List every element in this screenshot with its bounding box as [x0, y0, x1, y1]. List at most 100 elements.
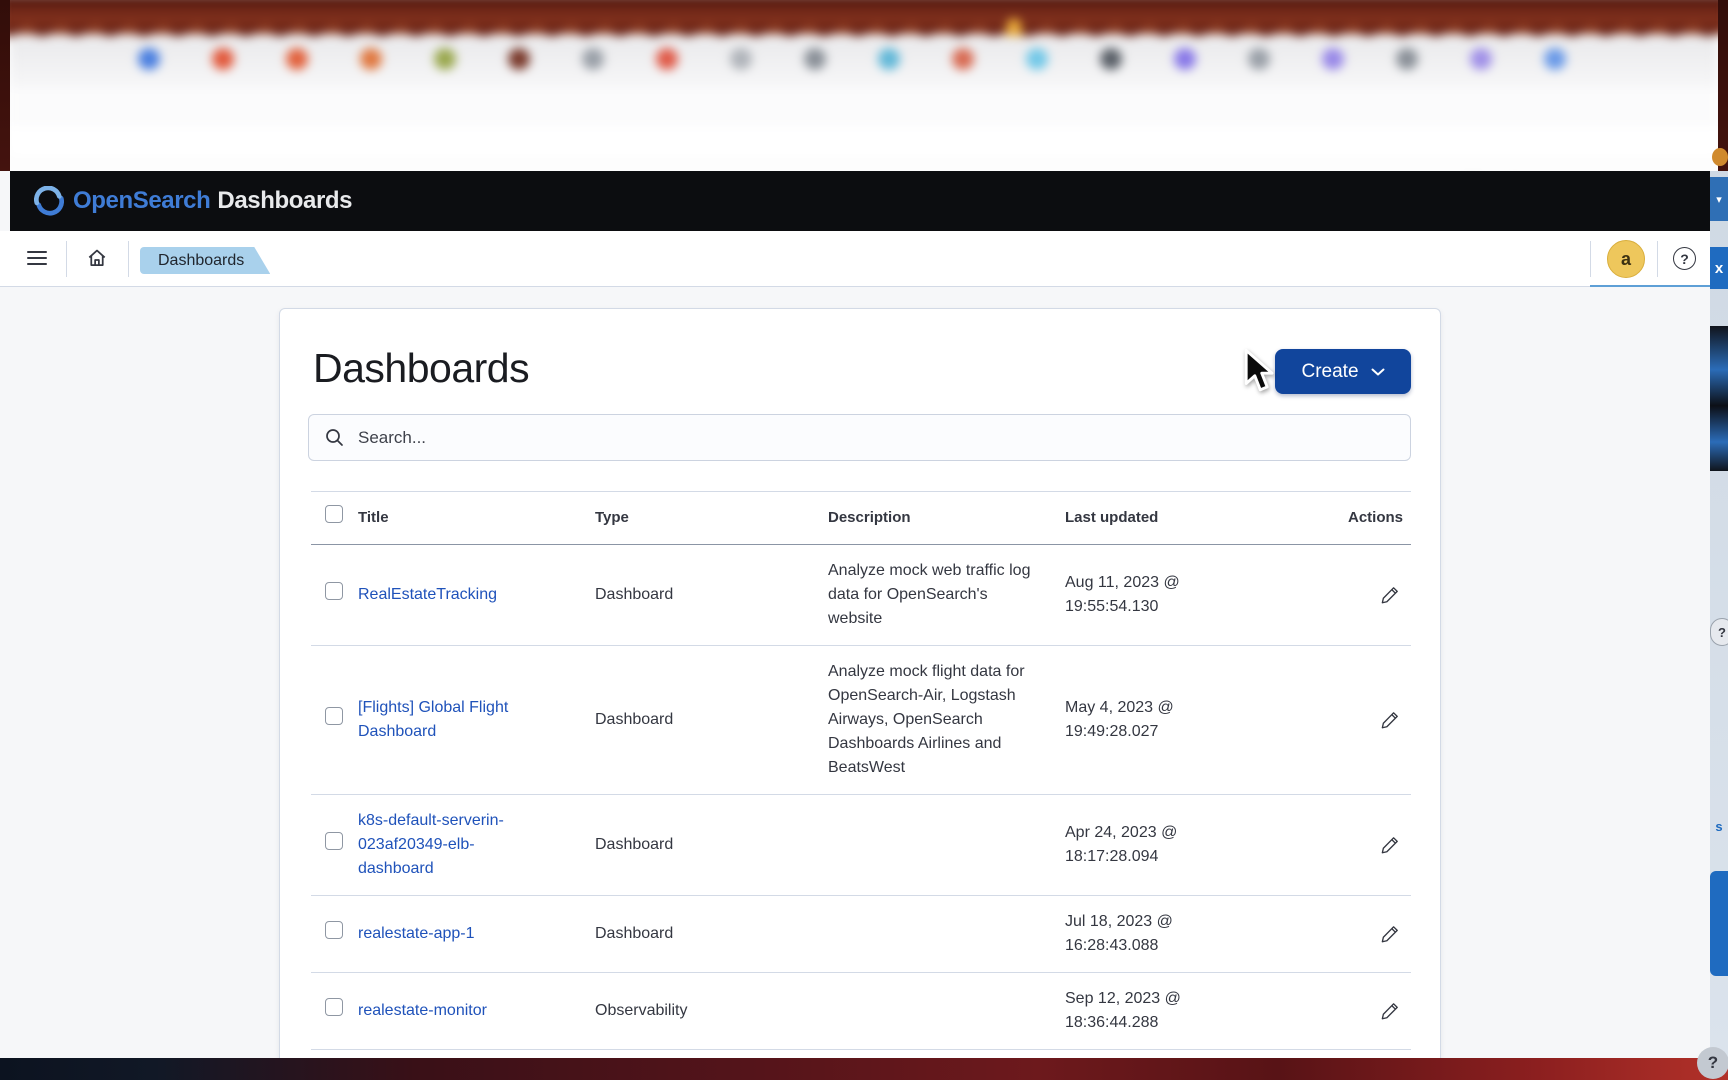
tab-favicon-dot [656, 48, 678, 70]
edit-button[interactable] [1377, 707, 1403, 733]
tab-favicon-dot [952, 48, 974, 70]
row-description [828, 831, 1065, 859]
row-title-cell: realestate-app-1 [358, 908, 595, 960]
row-checkbox[interactable] [325, 707, 343, 725]
home-icon [86, 247, 108, 269]
pencil-icon [1381, 1002, 1399, 1020]
tab-favicon-dot [1248, 48, 1270, 70]
row-checkbox-cell [311, 832, 358, 858]
col-type[interactable]: Type [595, 493, 828, 543]
edit-button[interactable] [1377, 998, 1403, 1024]
app-header: OpenSearch Dashboards [10, 171, 1710, 231]
table-row: [Flights] Global Flight Dashboard Dashbo… [311, 646, 1411, 795]
row-title-cell: k8s-default-serverin-023af20349-elb-dash… [358, 795, 595, 895]
row-type: Dashboard [595, 586, 674, 603]
pencil-icon [1381, 711, 1399, 729]
search-icon [325, 428, 344, 447]
row-title-cell: realestate-monitor [358, 985, 595, 1037]
table-row: k8s-default-serverin-023af20349-elb-dash… [311, 795, 1411, 896]
left-window-edge [0, 0, 10, 171]
nav-separator [128, 241, 129, 277]
corner-help-bubble[interactable]: ? [1697, 1047, 1728, 1079]
row-type: Dashboard [595, 711, 674, 728]
menu-button[interactable] [24, 245, 50, 271]
home-button[interactable] [84, 245, 110, 271]
browser-chrome [0, 0, 1728, 171]
dashboard-link[interactable]: RealEstateTracking [358, 586, 497, 603]
row-last-updated: Jul 18, 2023 @ 16:28:43.088 [1065, 1050, 1327, 1058]
brand-text: OpenSearch Dashboards [73, 187, 353, 215]
select-all-checkbox[interactable] [325, 505, 343, 523]
tab-favicon-dot [1026, 48, 1048, 70]
tab-favicon-dot [360, 48, 382, 70]
row-last-updated: Sep 12, 2023 @ 18:36:44.288 [1065, 990, 1181, 1031]
create-button[interactable]: Create [1275, 349, 1411, 394]
dashboard-link[interactable]: k8s-default-serverin-023af20349-elb-dash… [358, 812, 504, 877]
avatar[interactable]: a [1607, 240, 1645, 278]
chevron-down-icon [1371, 368, 1385, 376]
question-icon: ? [1718, 624, 1726, 640]
row-actions-cell [1377, 921, 1411, 947]
row-actions-cell [1377, 707, 1411, 733]
tab-favicon-dot [1544, 48, 1566, 70]
nav-separator [66, 241, 67, 277]
row-checkbox[interactable] [325, 832, 343, 850]
pencil-icon [1381, 586, 1399, 604]
dashboard-link[interactable]: realestate-monitor [358, 1002, 487, 1019]
browser-chrome-blur-layer [0, 0, 1728, 171]
dashboards-panel: Dashboards Create Title Type Description… [279, 308, 1441, 1058]
row-type: Observability [595, 1002, 688, 1019]
tab-favicon-dot [1470, 48, 1492, 70]
strip-caret-button[interactable]: ▾ [1710, 177, 1728, 221]
help-button[interactable]: ? [1673, 247, 1696, 270]
table-header-row: Title Type Description Last updated Acti… [311, 491, 1411, 545]
browser-tabs-row [10, 36, 1718, 88]
opensearch-logo-icon [34, 186, 64, 216]
row-description: Analyze mock flight data for OpenSearch-… [828, 663, 1025, 776]
tab-favicon-dot [138, 48, 160, 70]
row-checkbox-cell [311, 998, 358, 1024]
nav-separator [1657, 241, 1658, 277]
breadcrumb-label: Dashboards [158, 251, 245, 269]
browser-side-strip: ▾ x ? s [1710, 171, 1728, 1058]
col-description: Description [828, 509, 911, 526]
row-checkbox[interactable] [325, 998, 343, 1016]
row-checkbox[interactable] [325, 921, 343, 939]
navbar: Dashboards a ? [0, 231, 1710, 287]
edit-button[interactable] [1377, 832, 1403, 858]
row-checkbox-cell [311, 707, 358, 733]
edit-button[interactable] [1377, 921, 1403, 947]
col-title[interactable]: Title [358, 493, 595, 543]
dashboard-link[interactable]: realestate-app-1 [358, 925, 475, 942]
search-input[interactable] [356, 426, 1410, 449]
tab-favicon-dot [878, 48, 900, 70]
help-icon: ? [1680, 250, 1689, 267]
table-row: realestate-app-1 Dashboard Jul 18, 2023 … [311, 896, 1411, 973]
row-type: Dashboard [595, 836, 674, 853]
dashboard-link[interactable]: [Flights] Global Flight Dashboard [358, 699, 508, 740]
breadcrumb[interactable]: Dashboards [140, 247, 270, 274]
brand-dashboards: Dashboards [217, 187, 353, 214]
edit-button[interactable] [1377, 582, 1403, 608]
row-checkbox-cell [311, 921, 358, 947]
table-row: RealEstateTracking Dashboard Analyze moc… [311, 545, 1411, 646]
caret-down-icon: ▾ [1716, 193, 1722, 206]
row-actions-cell [1377, 998, 1411, 1024]
strip-close-button[interactable]: x [1710, 247, 1728, 289]
tab-favicon-dot [1396, 48, 1418, 70]
row-checkbox[interactable] [325, 582, 343, 600]
avatar-initial: a [1620, 248, 1631, 269]
tab-favicon-dot [582, 48, 604, 70]
col-actions: Actions [1347, 509, 1403, 526]
strip-thumbnail [1710, 326, 1728, 471]
select-all-cell [311, 492, 358, 544]
col-last-updated[interactable]: Last updated [1065, 493, 1327, 543]
strip-question-bubble: ? [1710, 618, 1728, 646]
tab-favicon-dot [212, 48, 234, 70]
tab-favicon-dot [730, 48, 752, 70]
row-type: Dashboard [595, 925, 674, 942]
brand-opensearch: OpenSearch [73, 187, 211, 214]
search-box[interactable] [308, 414, 1411, 461]
tab-favicon-dot [286, 48, 308, 70]
opensearch-brand[interactable]: OpenSearch Dashboards [34, 186, 353, 216]
